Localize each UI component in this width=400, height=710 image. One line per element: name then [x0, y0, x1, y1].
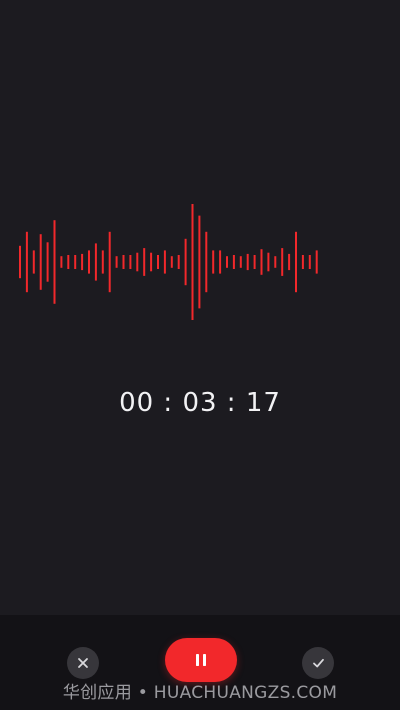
watermark-text: 华创应用 • HUACHUANGZS.COM [62, 683, 338, 703]
audio-waveform [19, 204, 318, 320]
recorder-screen: 00 : 03 : 17 华创应用 • HUACHUANGZS.COM [0, 0, 400, 710]
elapsed-timer: 00 : 03 : 17 [119, 388, 281, 418]
pause-button[interactable] [165, 638, 237, 682]
close-icon [78, 658, 88, 668]
confirm-button[interactable] [302, 647, 334, 679]
cancel-button[interactable] [67, 647, 99, 679]
pause-icon [196, 654, 206, 666]
checkmark-icon [312, 658, 324, 668]
